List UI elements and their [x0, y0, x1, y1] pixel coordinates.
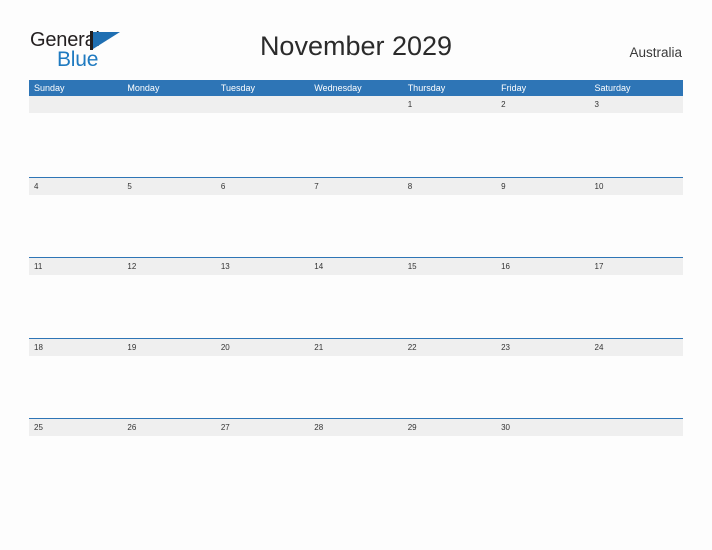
day-cell[interactable]: 1 [403, 96, 496, 113]
weekday-header-tuesday: Tuesday [220, 83, 256, 93]
week-event-area [29, 113, 683, 176]
day-cell[interactable] [590, 419, 683, 436]
day-cell[interactable]: 19 [122, 339, 215, 356]
day-cell[interactable]: 16 [496, 258, 589, 275]
day-cell[interactable]: 17 [590, 258, 683, 275]
day-cell[interactable]: 6 [216, 178, 309, 195]
day-cell[interactable]: 21 [309, 339, 402, 356]
weekday-header-thursday: Thursday [407, 83, 446, 93]
day-cell[interactable]: 2 [496, 96, 589, 113]
week-date-band: 25 26 27 28 29 30 [29, 419, 683, 437]
day-cell[interactable]: 14 [309, 258, 402, 275]
day-event-area[interactable] [216, 275, 309, 338]
day-cell[interactable]: 18 [29, 339, 122, 356]
day-cell[interactable]: 3 [590, 96, 683, 113]
day-event-area[interactable] [403, 275, 496, 338]
day-event-area[interactable] [590, 275, 683, 338]
day-event-area[interactable] [309, 275, 402, 338]
day-cell[interactable]: 25 [29, 419, 122, 436]
day-cell[interactable]: 9 [496, 178, 589, 195]
day-cell[interactable] [309, 96, 402, 113]
week-date-band: 1 2 3 [29, 96, 683, 113]
day-event-area[interactable] [122, 356, 215, 419]
day-event-area[interactable] [590, 195, 683, 258]
day-cell[interactable]: 10 [590, 178, 683, 195]
day-cell[interactable]: 15 [403, 258, 496, 275]
day-cell[interactable]: 22 [403, 339, 496, 356]
calendar-week-row: 25 26 27 28 29 30 [29, 418, 683, 499]
day-cell[interactable]: 8 [403, 178, 496, 195]
day-cell[interactable]: 28 [309, 419, 402, 436]
week-event-area [29, 436, 683, 499]
day-cell[interactable]: 7 [309, 178, 402, 195]
day-event-area[interactable] [403, 436, 496, 499]
day-cell[interactable]: 12 [122, 258, 215, 275]
day-event-area[interactable] [29, 436, 122, 499]
calendar-week-row: 11 12 13 14 15 16 17 [29, 257, 683, 338]
week-date-band: 4 5 6 7 8 9 10 [29, 177, 683, 195]
day-cell[interactable]: 29 [403, 419, 496, 436]
calendar-week-row: 18 19 20 21 22 23 24 [29, 337, 683, 419]
day-event-area[interactable] [403, 356, 496, 419]
weekday-header-wednesday: Wednesday [314, 83, 362, 93]
day-event-area[interactable] [496, 195, 589, 258]
day-cell[interactable]: 24 [590, 339, 683, 356]
region-label: Australia [629, 45, 682, 60]
calendar-week-row: 4 5 6 7 8 9 10 [29, 176, 683, 258]
day-cell[interactable]: 13 [216, 258, 309, 275]
day-event-area[interactable] [496, 275, 589, 338]
weekday-header-sunday: Sunday [34, 83, 65, 93]
day-event-area[interactable] [496, 356, 589, 419]
weekday-header-row: Sunday Monday Tuesday Wednesday Thursday… [29, 80, 683, 96]
day-event-area[interactable] [122, 195, 215, 258]
day-event-area[interactable] [496, 113, 589, 176]
page-header: General Blue November 2029 Australia [0, 0, 712, 80]
calendar-week-row: 1 2 3 [29, 96, 683, 177]
day-event-area[interactable] [590, 113, 683, 176]
week-event-area [29, 356, 683, 419]
day-event-area[interactable] [216, 113, 309, 176]
day-event-area[interactable] [29, 195, 122, 258]
day-event-area[interactable] [29, 275, 122, 338]
weekday-header-saturday: Saturday [594, 83, 631, 93]
day-cell[interactable] [29, 96, 122, 113]
day-event-area[interactable] [309, 113, 402, 176]
week-date-band: 18 19 20 21 22 23 24 [29, 338, 683, 356]
day-event-area[interactable] [216, 195, 309, 258]
day-event-area[interactable] [309, 356, 402, 419]
day-cell[interactable]: 30 [496, 419, 589, 436]
calendar-grid: Sunday Monday Tuesday Wednesday Thursday… [29, 80, 683, 499]
day-event-area[interactable] [403, 113, 496, 176]
day-event-area[interactable] [216, 436, 309, 499]
day-cell[interactable] [122, 96, 215, 113]
day-cell[interactable]: 11 [29, 258, 122, 275]
day-cell[interactable]: 27 [216, 419, 309, 436]
day-cell[interactable]: 26 [122, 419, 215, 436]
day-event-area[interactable] [29, 113, 122, 176]
day-cell[interactable] [216, 96, 309, 113]
day-event-area[interactable] [309, 436, 402, 499]
day-cell[interactable]: 5 [122, 178, 215, 195]
day-cell[interactable]: 23 [496, 339, 589, 356]
day-event-area[interactable] [309, 195, 402, 258]
day-cell[interactable]: 20 [216, 339, 309, 356]
day-cell[interactable]: 4 [29, 178, 122, 195]
day-event-area[interactable] [122, 275, 215, 338]
weekday-header-monday: Monday [127, 83, 160, 93]
week-date-band: 11 12 13 14 15 16 17 [29, 258, 683, 276]
week-event-area [29, 195, 683, 258]
day-event-area[interactable] [590, 356, 683, 419]
day-event-area[interactable] [29, 356, 122, 419]
day-event-area[interactable] [122, 436, 215, 499]
weekday-header-friday: Friday [501, 83, 527, 93]
day-event-area[interactable] [590, 436, 683, 499]
day-event-area[interactable] [496, 436, 589, 499]
week-event-area [29, 275, 683, 338]
day-event-area[interactable] [216, 356, 309, 419]
day-event-area[interactable] [122, 113, 215, 176]
day-event-area[interactable] [403, 195, 496, 258]
page-title: November 2029 [259, 31, 453, 61]
